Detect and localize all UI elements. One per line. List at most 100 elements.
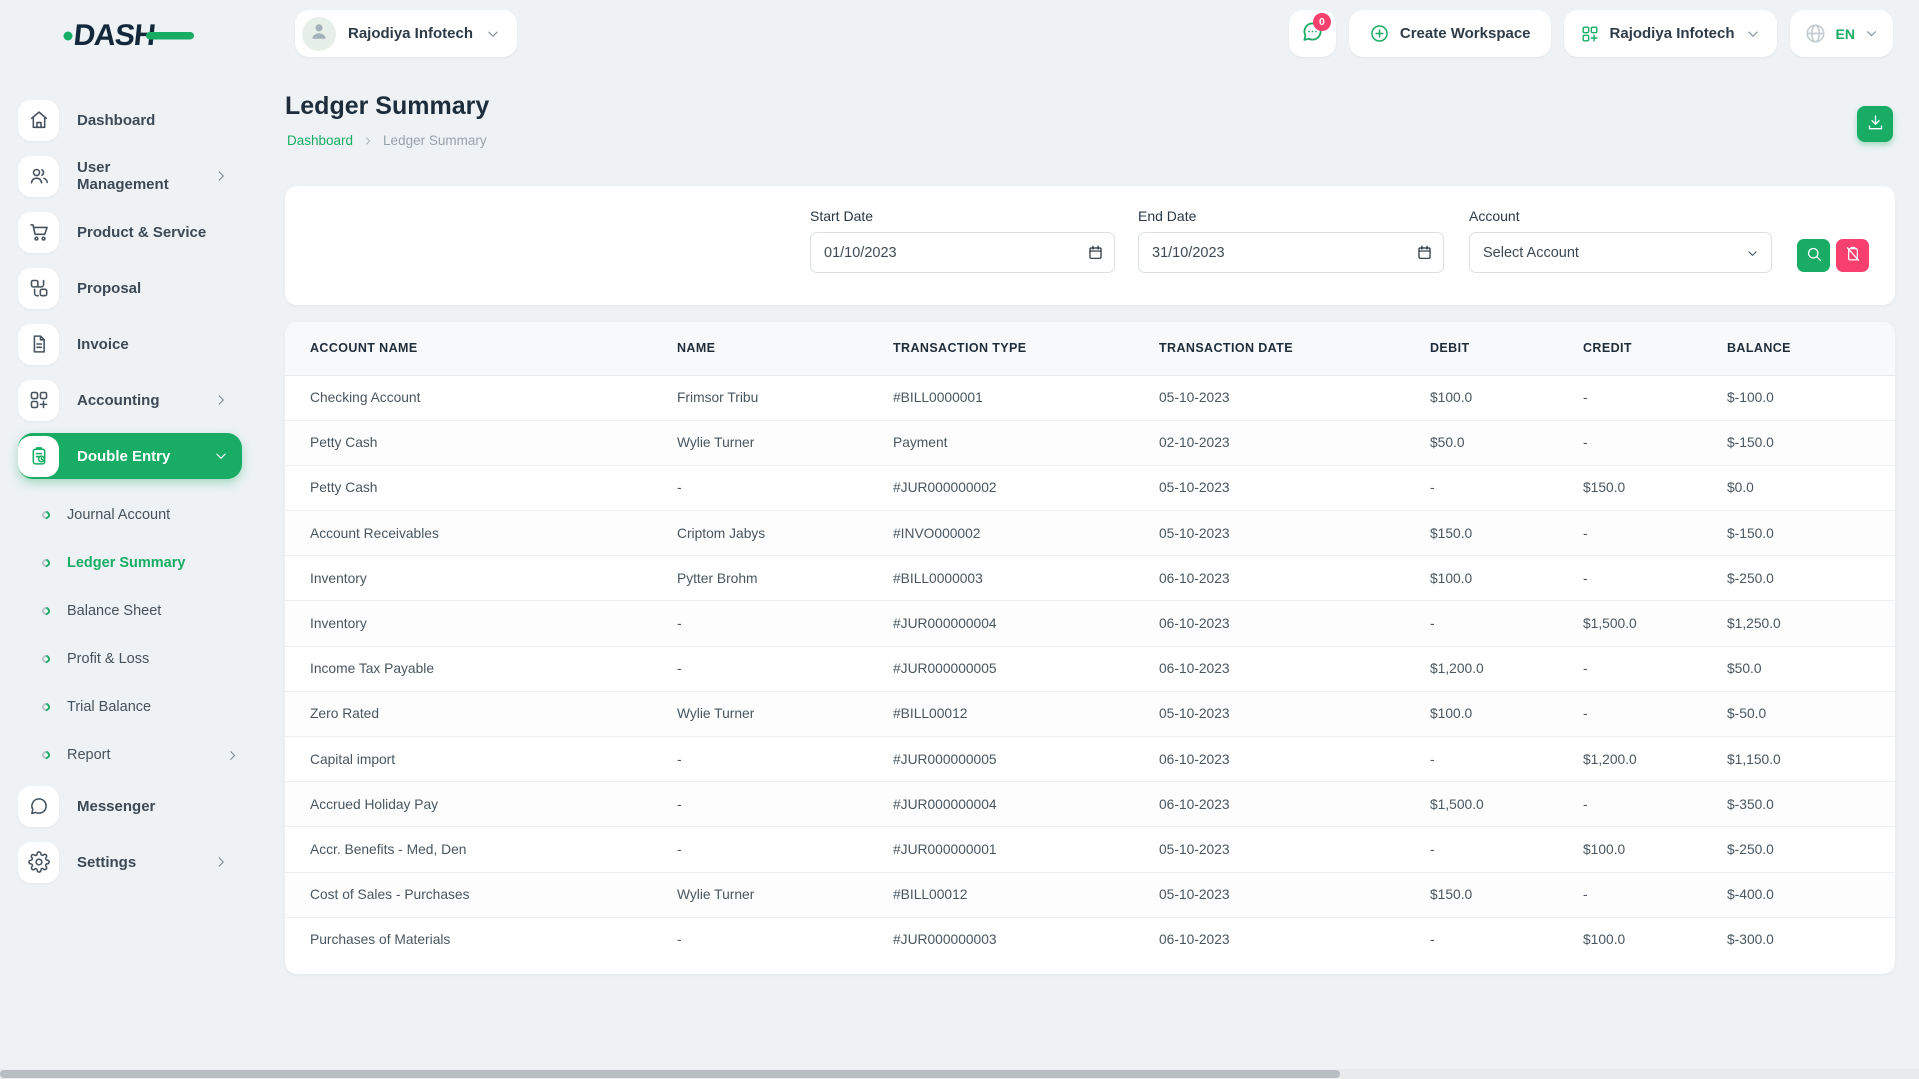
reset-button[interactable] <box>1836 239 1869 272</box>
table-cell: 06-10-2023 <box>1159 917 1430 962</box>
end-date-input[interactable] <box>1138 232 1444 273</box>
table-cell: $0.0 <box>1727 465 1895 510</box>
sidebar-item-double-entry[interactable]: Double Entry <box>18 433 242 479</box>
table-cell: - <box>1430 917 1583 962</box>
account-select[interactable]: Select Account <box>1469 232 1772 273</box>
sidebar-item-label: Double Entry <box>77 448 170 465</box>
table-cell: 05-10-2023 <box>1159 872 1430 917</box>
chevron-right-icon <box>362 135 374 147</box>
table-cell: Frimsor Tribu <box>677 375 893 420</box>
table-cell: 06-10-2023 <box>1159 601 1430 646</box>
bullet-icon <box>40 605 51 616</box>
table-cell: #BILL0000003 <box>893 556 1159 601</box>
table-cell: Wylie Turner <box>677 420 893 465</box>
table-row[interactable]: Accrued Holiday Pay-#JUR00000000406-10-2… <box>285 782 1895 827</box>
table-cell: 06-10-2023 <box>1159 782 1430 827</box>
table-cell: $150.0 <box>1583 465 1727 510</box>
table-cell: $100.0 <box>1430 375 1583 420</box>
sidebar-item-label: User Management <box>77 159 195 193</box>
table-cell: - <box>677 827 893 872</box>
table-cell: $-100.0 <box>1727 375 1895 420</box>
column-header-credit: CREDIT <box>1583 322 1727 375</box>
table-row[interactable]: Cost of Sales - PurchasesWylie Turner#BI… <box>285 872 1895 917</box>
sidebar-item-settings[interactable]: Settings <box>18 839 242 885</box>
table-cell: Criptom Jabys <box>677 511 893 556</box>
table-row[interactable]: Accr. Benefits - Med, Den-#JUR0000000010… <box>285 827 1895 872</box>
sidebar-item-messenger[interactable]: Messenger <box>18 783 242 829</box>
chevron-down-icon <box>213 448 229 464</box>
chevron-down-icon <box>1864 26 1879 41</box>
bullet-icon <box>40 509 51 520</box>
table-row[interactable]: Capital import-#JUR00000000506-10-2023-$… <box>285 737 1895 782</box>
workspace-selector-label: Rajodiya Infotech <box>348 25 473 42</box>
horizontal-scrollbar[interactable] <box>0 1069 1919 1079</box>
sidebar-subitem-balance-sheet[interactable]: Balance Sheet <box>0 587 262 635</box>
language-label: EN <box>1836 26 1855 42</box>
table-cell: 06-10-2023 <box>1159 646 1430 691</box>
column-header-transaction-type: TRANSACTION TYPE <box>893 322 1159 375</box>
sidebar-item-dashboard[interactable]: Dashboard <box>18 97 242 143</box>
account-select-value: Select Account <box>1483 245 1579 261</box>
table-row[interactable]: Zero RatedWylie Turner#BILL0001205-10-20… <box>285 691 1895 736</box>
chevron-right-icon <box>213 168 229 184</box>
search-button[interactable] <box>1797 239 1830 272</box>
sidebar-subitem-report[interactable]: Report <box>0 731 262 779</box>
table-cell: $50.0 <box>1727 646 1895 691</box>
table-cell: $1,250.0 <box>1727 601 1895 646</box>
table-cell: 02-10-2023 <box>1159 420 1430 465</box>
table-row[interactable]: Petty Cash-#JUR00000000205-10-2023-$150.… <box>285 465 1895 510</box>
sidebar-subitem-ledger-summary[interactable]: Ledger Summary <box>0 539 262 587</box>
sidebar-subitem-label: Ledger Summary <box>67 555 185 571</box>
table-cell: - <box>677 782 893 827</box>
scrollbar-thumb[interactable] <box>0 1070 1340 1078</box>
topbar-actions: 0 Create Workspace Rajodiya Infotech EN <box>1289 10 1893 57</box>
table-row[interactable]: Income Tax Payable-#JUR00000000506-10-20… <box>285 646 1895 691</box>
sidebar-subitem-trial-balance[interactable]: Trial Balance <box>0 683 262 731</box>
table-row[interactable]: Petty CashWylie TurnerPayment02-10-2023$… <box>285 420 1895 465</box>
table-cell: #JUR000000001 <box>893 827 1159 872</box>
table-cell: 05-10-2023 <box>1159 465 1430 510</box>
table-cell: $50.0 <box>1430 420 1583 465</box>
table-cell: 05-10-2023 <box>1159 511 1430 556</box>
bullet-icon <box>40 557 51 568</box>
reset-icon <box>1844 245 1862 266</box>
column-header-debit: DEBIT <box>1430 322 1583 375</box>
table-row[interactable]: InventoryPytter Brohm#BILL000000306-10-2… <box>285 556 1895 601</box>
ledger-table-card: ACCOUNT NAMENAMETRANSACTION TYPETRANSACT… <box>285 322 1895 974</box>
settings-icon <box>18 842 59 883</box>
app-logo[interactable]: DASH <box>60 14 200 56</box>
breadcrumb-dashboard-link[interactable]: Dashboard <box>287 133 353 148</box>
sidebar-item-accounting[interactable]: Accounting <box>18 377 242 423</box>
sidebar-item-label: Accounting <box>77 392 160 409</box>
sidebar-item-label: Messenger <box>77 798 155 815</box>
sidebar-subitem-journal-account[interactable]: Journal Account <box>0 491 262 539</box>
sidebar-subitem-label: Balance Sheet <box>67 603 161 619</box>
sidebar-menu: Dashboard User Management Product & Servic… <box>0 97 262 895</box>
table-cell: $-150.0 <box>1727 420 1895 465</box>
column-header-account-name: ACCOUNT NAME <box>285 322 677 375</box>
sidebar-item-invoice[interactable]: Invoice <box>18 321 242 367</box>
sidebar-item-user-management[interactable]: User Management <box>18 153 242 199</box>
create-workspace-button[interactable]: Create Workspace <box>1349 10 1551 57</box>
table-row[interactable]: Checking AccountFrimsor Tribu#BILL000000… <box>285 375 1895 420</box>
messages-button[interactable]: 0 <box>1289 10 1336 57</box>
table-cell: $1,500.0 <box>1583 601 1727 646</box>
table-cell: 06-10-2023 <box>1159 556 1430 601</box>
chevron-down-icon <box>1745 26 1761 42</box>
grid-plus-icon <box>1580 24 1600 44</box>
table-row[interactable]: Inventory-#JUR00000000406-10-2023-$1,500… <box>285 601 1895 646</box>
sidebar-item-product-service[interactable]: Product & Service <box>18 209 242 255</box>
sidebar-subitem-profit-loss[interactable]: Profit & Loss <box>0 635 262 683</box>
download-button[interactable] <box>1857 106 1893 142</box>
company-menu-button[interactable]: Rajodiya Infotech <box>1564 10 1777 57</box>
table-row[interactable]: Account ReceivablesCriptom Jabys#INVO000… <box>285 511 1895 556</box>
table-row[interactable]: Purchases of Materials-#JUR00000000306-1… <box>285 917 1895 962</box>
workspace-selector[interactable]: Rajodiya Infotech <box>295 10 517 57</box>
table-body: Checking AccountFrimsor Tribu#BILL000000… <box>285 375 1895 962</box>
search-icon <box>1805 245 1823 266</box>
start-date-input[interactable] <box>810 232 1115 273</box>
language-selector[interactable]: EN <box>1790 10 1893 57</box>
table-cell: - <box>1583 872 1727 917</box>
sidebar-item-proposal[interactable]: Proposal <box>18 265 242 311</box>
table-cell: Zero Rated <box>285 691 677 736</box>
